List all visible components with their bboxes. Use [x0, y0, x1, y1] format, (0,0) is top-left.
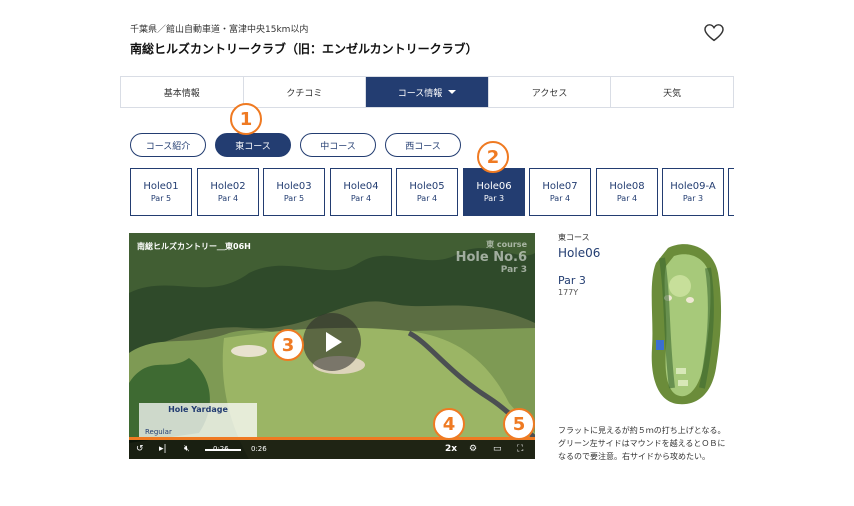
hole-button-09a[interactable]: Hole09-A Par 3: [662, 168, 724, 216]
current-time: 0:26: [213, 445, 229, 453]
hole-button-05[interactable]: Hole05 Par 4: [396, 168, 458, 216]
playback-speed-button[interactable]: 2x: [445, 444, 457, 454]
page-title: 南総ヒルズカントリークラブ（旧：エンゼルカントリークラブ）: [130, 42, 478, 56]
video-controls: ↺ ▸| 🔇︎ 0:26 0:26 2x ⚙ ▭ ⛶: [129, 440, 535, 459]
hole-button-01[interactable]: Hole01 Par 5: [130, 168, 192, 216]
hole-name: Hole01: [143, 181, 179, 192]
yardage-title: Hole Yardage: [168, 405, 228, 414]
settings-gear-icon[interactable]: ⚙: [469, 444, 477, 455]
hole-button-next[interactable]: [728, 168, 734, 216]
hole-name: Hole04: [343, 181, 379, 192]
video-watermark: 東 course Hole No.6 Par 3: [456, 239, 527, 275]
hole-name: Hole08: [609, 181, 645, 192]
hole-par: Par 4: [416, 194, 438, 203]
hole-title: Hole06: [558, 246, 601, 260]
tab-label: クチコミ: [286, 88, 323, 99]
heart-icon[interactable]: [704, 24, 724, 42]
mute-icon[interactable]: 🔇︎: [184, 444, 190, 455]
west-course-button[interactable]: 西コース: [385, 133, 461, 157]
hole-name: Hole03: [276, 181, 312, 192]
play-button[interactable]: [303, 313, 361, 371]
hole-info: 東コース Hole06 Par 3 177Y: [558, 232, 601, 297]
hole-description: フラットに見えるが約５ｍの打ち上げとなる。グリーン左サイドはマウンドを越えるとＯ…: [558, 426, 726, 461]
hole-name: Hole06: [476, 181, 512, 192]
tab-access[interactable]: アクセス: [488, 77, 612, 107]
watermark-par: Par 3: [500, 265, 527, 275]
hole-par: Par 5: [283, 194, 305, 203]
hole-selector: Hole01 Par 5 Hole02 Par 4 Hole03 Par 5 Hole…: [130, 168, 734, 216]
hole-par: Par 4: [616, 194, 638, 203]
course-selector: コース紹介 東コース 中コース 西コース: [130, 133, 461, 157]
hole-button-03[interactable]: Hole03 Par 5: [263, 168, 325, 216]
annotation-badge-5: 5: [503, 408, 535, 440]
hole-button-06[interactable]: Hole06 Par 3: [463, 168, 525, 216]
tab-bar: 基本情報 クチコミ コース情報 アクセス 天気: [120, 76, 734, 108]
hole-name: Hole02: [210, 181, 246, 192]
video-title: 南総ヒルズカントリー＿東06H: [137, 242, 251, 251]
hole-par: Par 5: [150, 194, 172, 203]
hole-par-info: Par 3: [558, 274, 586, 287]
hole-par: Par 4: [350, 194, 372, 203]
hole-button-07[interactable]: Hole07 Par 4: [529, 168, 591, 216]
tab-label: 基本情報: [163, 88, 200, 99]
region-text: 千葉県／館山自動車道・富津中央15km以内: [130, 25, 309, 35]
tab-label: コース情報: [397, 88, 443, 99]
fullscreen-icon[interactable]: ⛶: [517, 444, 523, 455]
annotation-badge-2: 2: [477, 141, 509, 173]
yardage-overlay: Hole Yardage Regular: [139, 403, 257, 439]
hole-button-02[interactable]: Hole02 Par 4: [197, 168, 259, 216]
east-course-button[interactable]: 東コース: [215, 133, 291, 157]
replay-icon[interactable]: ↺: [136, 444, 144, 455]
watermark-course: 東 course: [486, 240, 527, 249]
watermark-hole: Hole No.6: [455, 250, 527, 265]
tab-weather[interactable]: 天気: [611, 77, 733, 107]
hole-par: Par 4: [549, 194, 571, 203]
hole-layout-map: [651, 244, 722, 405]
hole-par: Par 4: [217, 194, 239, 203]
tab-reviews[interactable]: クチコミ: [243, 77, 367, 107]
annotation-badge-3: 3: [272, 329, 304, 361]
picture-in-picture-icon[interactable]: ▭: [493, 444, 502, 455]
next-icon[interactable]: ▸|: [159, 444, 167, 455]
course-name: 東コース: [558, 233, 590, 242]
hole-name: Hole09-A: [670, 181, 716, 192]
caret-down-icon: [448, 90, 457, 94]
hole-par: Par 3: [483, 194, 505, 203]
hole-par: Par 3: [682, 194, 704, 203]
yardage-row-label: Regular: [145, 428, 172, 436]
hole-name: Hole07: [542, 181, 578, 192]
tab-basic-info[interactable]: 基本情報: [121, 77, 244, 107]
tab-label: アクセス: [531, 88, 568, 99]
middle-course-button[interactable]: 中コース: [300, 133, 376, 157]
course-intro-button[interactable]: コース紹介: [130, 133, 206, 157]
tab-label: 天気: [663, 88, 682, 99]
hole-yardage: 177Y: [558, 288, 579, 297]
hole-button-04[interactable]: Hole04 Par 4: [330, 168, 392, 216]
total-time: 0:26: [251, 445, 267, 453]
tab-course-info[interactable]: コース情報: [366, 77, 489, 107]
video-player[interactable]: 南総ヒルズカントリー＿東06H 東 course Hole No.6 Par 3…: [129, 233, 535, 459]
annotation-badge-4: 4: [433, 408, 465, 440]
hole-name: Hole05: [409, 181, 445, 192]
hole-button-08[interactable]: Hole08 Par 4: [596, 168, 658, 216]
annotation-badge-1: 1: [230, 103, 262, 135]
